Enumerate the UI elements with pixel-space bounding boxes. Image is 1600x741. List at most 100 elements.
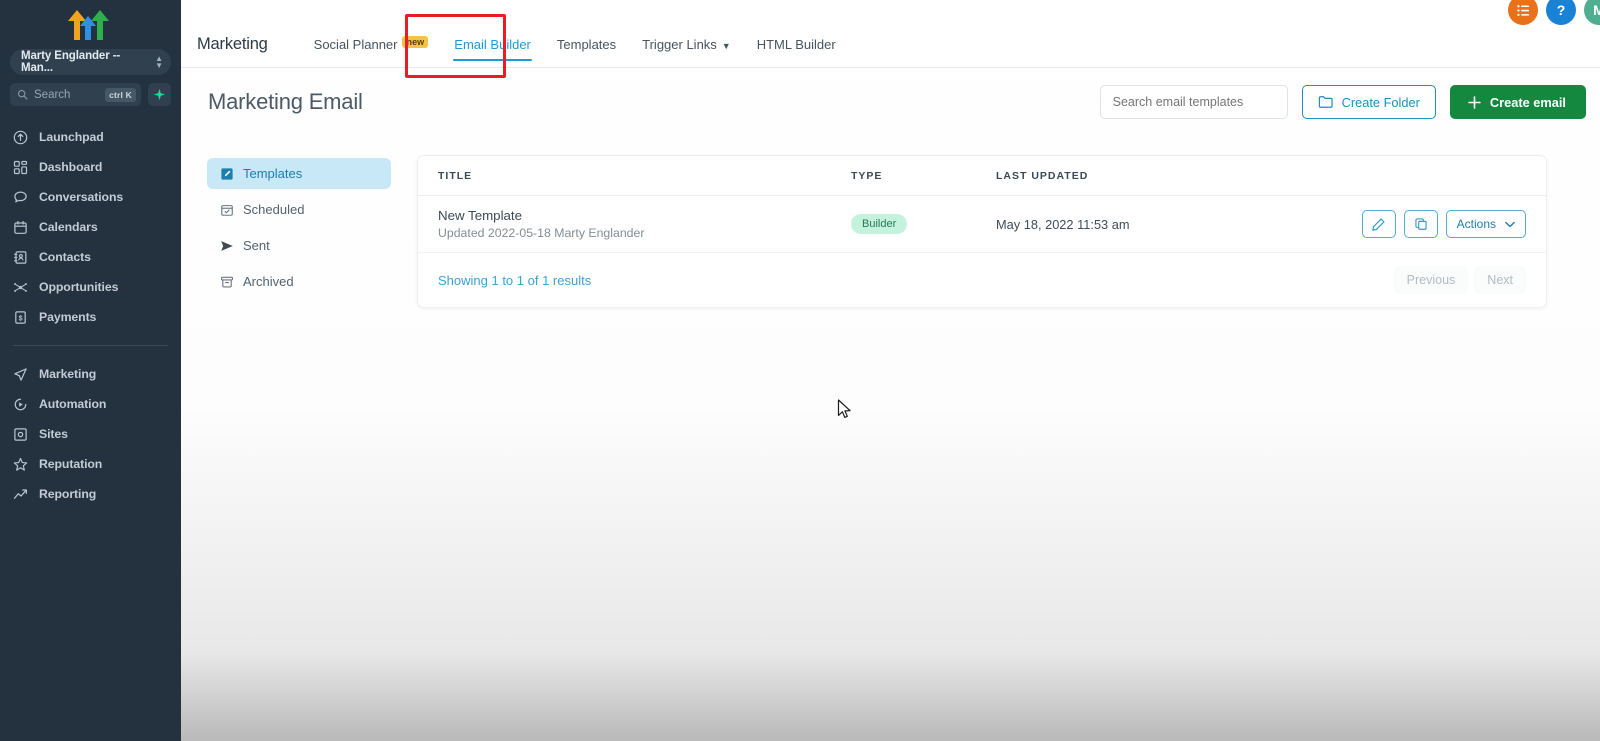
tab-trigger-links[interactable]: Trigger Links ▼ xyxy=(629,37,744,67)
left-menu-item-archived[interactable]: Archived xyxy=(207,266,391,297)
row-type-cell: Builder xyxy=(851,214,996,234)
top-navigation-bar: Marketing Social Planner new Email Build… xyxy=(181,0,1600,78)
sidebar-item-automation[interactable]: Automation xyxy=(0,389,181,419)
sidebar-item-label: Sites xyxy=(39,427,68,441)
sidebar-item-opportunities[interactable]: Opportunities xyxy=(0,272,181,302)
top-right-icon-group: ? M xyxy=(1508,0,1600,34)
template-name[interactable]: New Template xyxy=(438,208,851,223)
results-count: Showing 1 to 1 of 1 results xyxy=(438,272,592,288)
chat-bubble-icon xyxy=(13,190,28,205)
create-folder-button[interactable]: Create Folder xyxy=(1301,85,1436,119)
sidebar-item-label: Reputation xyxy=(39,457,103,471)
updown-chevron-icon: ▲ ▼ xyxy=(155,54,163,70)
help-icon[interactable]: ? xyxy=(1546,0,1576,25)
sidebar-item-marketing[interactable]: Marketing xyxy=(0,359,181,389)
table-header-row: TITLE TYPE LAST UPDATED xyxy=(418,156,1546,196)
search-templates-input[interactable] xyxy=(1099,85,1288,119)
chevron-down-icon xyxy=(1505,221,1515,227)
svg-text:$: $ xyxy=(19,315,23,322)
account-switcher[interactable]: Marty Englander -- Man... ▲ ▼ xyxy=(10,49,171,75)
opportunities-icon xyxy=(13,280,28,295)
row-actions-dropdown[interactable]: Actions xyxy=(1445,210,1526,238)
page-header: Marketing Email Create Folder Create ema… xyxy=(181,68,1600,136)
sidebar-item-launchpad[interactable]: Launchpad xyxy=(0,122,181,152)
duplicate-template-button[interactable] xyxy=(1403,210,1438,238)
chevron-down-icon: ▼ xyxy=(721,41,731,51)
edit-template-button[interactable] xyxy=(1361,210,1396,238)
left-menu-item-sent[interactable]: Sent xyxy=(207,230,391,261)
previous-page-button[interactable]: Previous xyxy=(1393,266,1469,294)
star-icon xyxy=(13,457,28,472)
tab-templates[interactable]: Templates xyxy=(544,37,629,67)
status-badge: Builder xyxy=(851,214,908,234)
left-menu-item-scheduled[interactable]: Scheduled xyxy=(207,194,391,225)
notes-list-icon[interactable] xyxy=(1508,0,1538,25)
sidebar-item-label: Calendars xyxy=(39,220,98,234)
dashboard-icon xyxy=(13,160,28,175)
launchpad-icon xyxy=(13,130,28,145)
sidebar-item-label: Payments xyxy=(39,310,97,324)
three-arrows-logo-icon xyxy=(67,10,109,40)
pagination: Previous Next xyxy=(1393,266,1526,294)
sidebar-item-dashboard[interactable]: Dashboard xyxy=(0,152,181,182)
email-left-menu: Templates Scheduled Sent Archived xyxy=(181,136,417,308)
sidebar-item-label: Launchpad xyxy=(39,130,104,144)
plus-icon xyxy=(1468,95,1481,109)
table-footer: Showing 1 to 1 of 1 results Previous Nex… xyxy=(418,253,1546,307)
paper-plane-icon xyxy=(13,367,28,382)
create-email-label: Create email xyxy=(1489,94,1566,110)
calendar-check-icon xyxy=(220,203,234,217)
app-logo[interactable] xyxy=(0,0,181,46)
sidebar: Marty Englander -- Man... ▲ ▼ Search ctrl… xyxy=(0,0,181,741)
row-actions-cell: Actions xyxy=(1326,210,1526,238)
tab-social-planner[interactable]: Social Planner new xyxy=(301,36,442,67)
sidebar-item-payments[interactable]: $ Payments xyxy=(0,302,181,332)
row-title-cell: New Template Updated 2022-05-18 Marty En… xyxy=(438,208,851,240)
user-avatar[interactable]: M xyxy=(1584,0,1600,25)
trending-up-icon xyxy=(13,487,28,502)
column-header-title: TITLE xyxy=(438,169,473,182)
tab-label: Email Builder xyxy=(454,37,531,52)
page-header-actions: Create Folder Create email xyxy=(1099,85,1586,119)
archive-icon xyxy=(220,275,234,289)
content-area: Templates Scheduled Sent Archived TITLE … xyxy=(181,136,1600,308)
tab-email-builder[interactable]: Email Builder xyxy=(441,37,544,67)
left-menu-label: Templates xyxy=(243,166,303,181)
sites-icon xyxy=(13,427,28,442)
column-header-last-updated: LAST UPDATED xyxy=(996,169,1089,182)
next-page-button[interactable]: Next xyxy=(1474,266,1526,294)
sidebar-item-reporting[interactable]: Reporting xyxy=(0,479,181,509)
sidebar-item-sites[interactable]: Sites xyxy=(0,419,181,449)
ai-assistant-button[interactable] xyxy=(148,83,171,106)
sidebar-item-calendars[interactable]: Calendars xyxy=(0,212,181,242)
table-row[interactable]: New Template Updated 2022-05-18 Marty En… xyxy=(418,196,1546,253)
create-email-button[interactable]: Create email xyxy=(1449,85,1586,119)
left-menu-label: Sent xyxy=(243,238,270,253)
left-menu-item-templates[interactable]: Templates xyxy=(207,158,391,189)
sidebar-search[interactable]: Search ctrl K xyxy=(10,83,141,106)
templates-table: TITLE TYPE LAST UPDATED New Template Upd… xyxy=(417,155,1547,308)
tab-html-builder[interactable]: HTML Builder xyxy=(744,37,849,67)
template-updated-meta: Updated 2022-05-18 Marty Englander xyxy=(438,226,645,240)
main-area: Marketing Social Planner new Email Build… xyxy=(181,0,1600,741)
sidebar-item-reputation[interactable]: Reputation xyxy=(0,449,181,479)
actions-label: Actions xyxy=(1456,217,1496,231)
row-last-updated-cell: May 18, 2022 11:53 am xyxy=(996,216,1130,232)
create-folder-label: Create Folder xyxy=(1341,94,1420,110)
sidebar-item-label: Contacts xyxy=(39,250,91,264)
search-shortcut-badge: ctrl K xyxy=(105,87,136,102)
section-brand-title: Marketing xyxy=(197,35,268,53)
page-title: Marketing Email xyxy=(208,89,363,114)
sidebar-item-label: Reporting xyxy=(39,487,97,501)
help-glyph: ? xyxy=(1556,2,1566,18)
sidebar-item-label: Opportunities xyxy=(39,280,119,294)
payments-icon: $ xyxy=(13,310,28,325)
sidebar-divider xyxy=(13,345,168,346)
sidebar-item-contacts[interactable]: Contacts xyxy=(0,242,181,272)
tab-label: HTML Builder xyxy=(756,37,836,52)
left-menu-label: Scheduled xyxy=(243,202,305,217)
calendar-icon xyxy=(13,220,28,235)
sidebar-item-conversations[interactable]: Conversations xyxy=(0,182,181,212)
copy-icon xyxy=(1414,218,1427,230)
sidebar-nav-primary: Launchpad Dashboard Conversations Calend… xyxy=(0,122,181,509)
